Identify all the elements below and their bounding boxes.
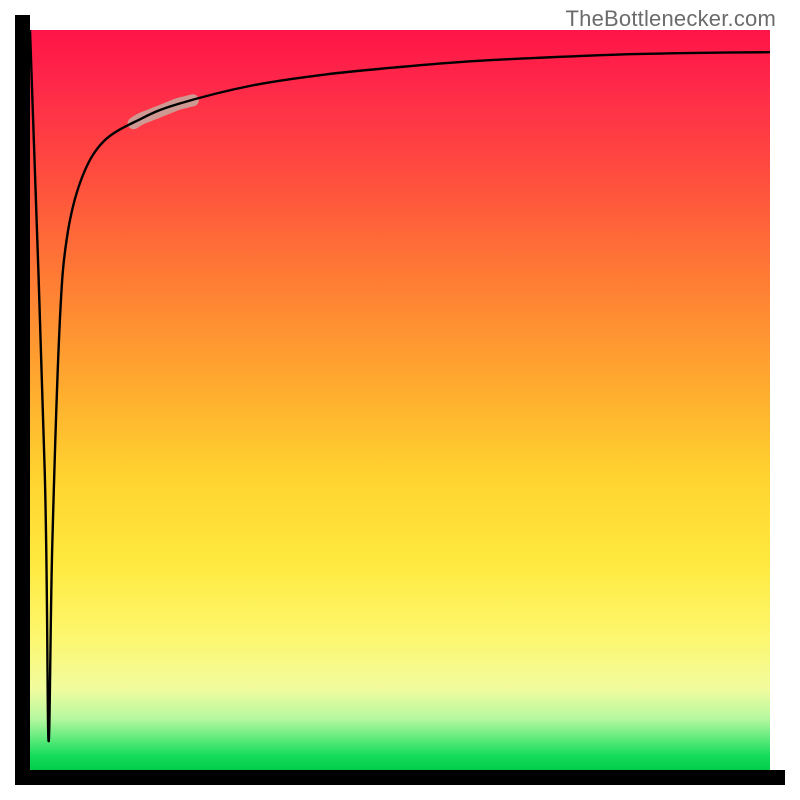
plot-svg	[30, 30, 770, 770]
watermark-text: TheBottlenecker.com	[566, 6, 776, 32]
curve-highlight-segment	[134, 100, 193, 123]
bottleneck-curve	[30, 30, 770, 741]
y-axis	[15, 15, 30, 785]
x-axis	[15, 770, 785, 785]
plot-area	[30, 30, 770, 770]
chart-frame: TheBottlenecker.com	[0, 0, 800, 800]
